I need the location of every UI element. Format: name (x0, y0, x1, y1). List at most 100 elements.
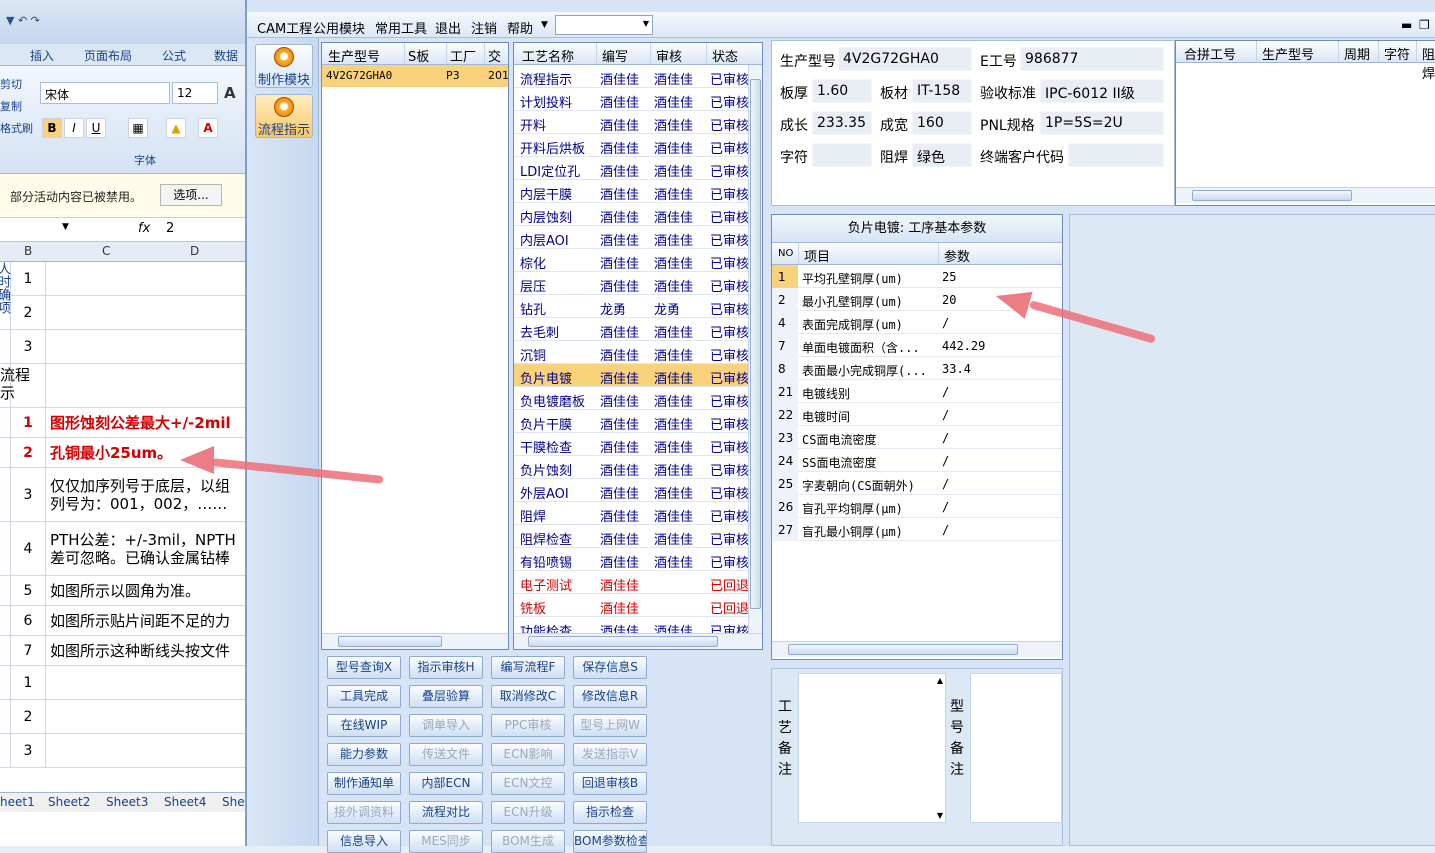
column-header-b[interactable]: B (24, 244, 32, 258)
action-button[interactable]: BOM参数检查 (573, 830, 647, 853)
param-row[interactable]: 1 平均孔壁铜厚(um) 25 (772, 265, 1062, 288)
col-merge-legend[interactable]: 字符 (1384, 44, 1410, 63)
action-button[interactable]: BOM生成 (491, 830, 565, 853)
merge-grid-hscroll[interactable] (1176, 187, 1435, 203)
action-button[interactable]: ECN影响 (491, 743, 565, 766)
row-number-cell[interactable]: 4 (10, 522, 46, 575)
sheet-row[interactable]: 4 PTH公差：+/-3mil，NPTH 差可忽略。已确认金属钻棒 (0, 522, 250, 576)
row-number-cell[interactable]: 1 (10, 408, 46, 437)
params-hscroll[interactable] (772, 641, 1062, 657)
quick-access-toolbar[interactable]: ▼ ↶ ↷ (0, 14, 120, 36)
fx-icon[interactable]: fx (138, 221, 150, 236)
action-button[interactable]: ECN文控 (491, 772, 565, 795)
sheet-row[interactable]: 1 (0, 666, 250, 700)
action-button[interactable]: PPC审核 (491, 714, 565, 737)
col-writer[interactable]: 编写 (602, 46, 628, 65)
process-row[interactable]: 阻焊检查 酒佳佳 酒佳佳 已审核 (514, 525, 749, 548)
action-button[interactable]: 回退审核B (573, 772, 647, 795)
menu-cam-engineering[interactable]: CAM工程 (257, 18, 312, 37)
end-customer-field[interactable] (1068, 143, 1164, 167)
process-row[interactable]: 内层干膜 酒佳佳 酒佳佳 已审核 (514, 180, 749, 203)
action-button[interactable]: 能力参数 (327, 743, 401, 766)
col-item[interactable]: 项目 (804, 246, 830, 265)
row-text-cell[interactable] (50, 296, 250, 329)
action-button[interactable]: 保存信息S (573, 656, 647, 679)
model-row[interactable]: 4V2G72GHA0 P3 201 (322, 65, 508, 87)
col-merge-mask[interactable]: 阻焊 (1422, 44, 1435, 82)
sheet-row[interactable]: 1 (0, 262, 250, 296)
process-row[interactable]: 计划投料 酒佳佳 酒佳佳 已审核 (514, 88, 749, 111)
row-number-cell[interactable]: 3 (10, 468, 46, 521)
process-row[interactable]: 内层AOI 酒佳佳 酒佳佳 已审核 (514, 226, 749, 249)
font-name-select[interactable]: 宋体 (40, 82, 170, 104)
process-row[interactable]: 流程指示 酒佳佳 酒佳佳 已审核 (514, 65, 749, 88)
sheet-tab-3[interactable]: Sheet3 (106, 795, 148, 809)
col-status[interactable]: 状态 (712, 46, 738, 65)
row-number-cell[interactable]: 3 (10, 734, 46, 767)
width-field[interactable]: 160 (912, 111, 972, 135)
param-row[interactable]: 24 SS面电流密度 / (772, 449, 1062, 472)
col-param[interactable]: 参数 (944, 246, 970, 265)
sheet-tab-4[interactable]: Sheet4 (164, 795, 206, 809)
process-row[interactable]: 沉铜 酒佳佳 酒佳佳 已审核 (514, 341, 749, 364)
menu-help[interactable]: 帮助 (507, 18, 533, 37)
col-merge-no[interactable]: 合拼工号 (1184, 44, 1236, 63)
action-button[interactable]: 信息导入 (327, 830, 401, 853)
tab-page-layout[interactable]: 页面布局 (84, 47, 132, 64)
sheet-tab-5[interactable]: She (222, 795, 245, 809)
action-button[interactable]: 调单导入 (409, 714, 483, 737)
col-s-board[interactable]: S板 (408, 46, 429, 65)
menu-combo-box[interactable]: ▼ (555, 15, 653, 35)
sheet-row[interactable]: 2 (0, 296, 250, 330)
process-grid[interactable]: 工艺名称 编写 审核 状态 流程指示 酒佳佳 酒佳佳 已审核 计划投料 酒佳佳 酒佳佳 已审核… (513, 42, 763, 650)
action-button[interactable]: 发送指示V (573, 743, 647, 766)
sheet-row[interactable]: 5 如图所示以圆角为准。 (0, 576, 250, 606)
row-number-cell[interactable]: 6 (10, 606, 46, 635)
minimize-icon[interactable]: ▬ (1401, 18, 1412, 32)
row-text-cell[interactable] (50, 734, 250, 767)
process-remark-input[interactable]: ▲ ▼ (798, 673, 946, 823)
italic-button[interactable]: I (64, 118, 84, 138)
sheet-row[interactable]: 3 仅仅加序列号于底层，以组 列号为：001，002，…… (0, 468, 250, 522)
row-text-cell[interactable]: 图形蚀刻公差最大+/-2mil (50, 408, 250, 437)
process-grid-hscroll[interactable] (514, 633, 762, 649)
param-row[interactable]: 21 电镀线别 / (772, 380, 1062, 403)
solder-mask-field[interactable]: 绿色 (912, 143, 972, 167)
row-number-cell[interactable]: 2 (10, 700, 46, 733)
row-number-cell[interactable]: 7 (10, 636, 46, 665)
menu-more-chevron-icon[interactable]: ▼ (541, 20, 548, 30)
scroll-up-icon[interactable]: ▲ (937, 676, 943, 685)
param-row[interactable]: 25 字麦朝向(CS面朝外) / (772, 472, 1062, 495)
row-text-cell[interactable]: 如图所示这种断线头按文件 (50, 636, 250, 665)
sheet-tab-2[interactable]: Sheet2 (48, 795, 90, 809)
action-button[interactable]: 制作通知单 (327, 772, 401, 795)
action-button[interactable]: 接外调资料 (327, 801, 401, 824)
row-text-cell[interactable]: 如图所示贴片间距不足的力 (50, 606, 250, 635)
sheet-tab-1[interactable]: heet1 (0, 795, 35, 809)
e-no-field[interactable]: 986877 (1020, 47, 1164, 71)
process-row[interactable]: 负电镀磨板 酒佳佳 酒佳佳 已审核 (514, 387, 749, 410)
process-row[interactable]: LDI定位孔 酒佳佳 酒佳佳 已审核 (514, 157, 749, 180)
module-make-button[interactable]: ● 制作模块 (255, 44, 313, 88)
tab-formulas[interactable]: 公式 (162, 47, 186, 64)
combo-chevron-down-icon[interactable]: ▼ (643, 19, 649, 28)
column-header-c[interactable]: C (102, 244, 110, 258)
col-process-name[interactable]: 工艺名称 (522, 46, 574, 65)
sheet-row[interactable]: 7 如图所示这种断线头按文件 (0, 636, 250, 666)
cut-button[interactable]: 剪切 (0, 76, 22, 92)
options-button[interactable]: 选项... (160, 184, 222, 206)
process-row[interactable]: 负片干膜 酒佳佳 酒佳佳 已审核 (514, 410, 749, 433)
param-row[interactable]: 8 表面最小完成铜厚(... 33.4 (772, 357, 1062, 380)
process-row[interactable]: 外层AOI 酒佳佳 酒佳佳 已审核 (514, 479, 749, 502)
param-row[interactable]: 26 盲孔平均铜厚(μm) / (772, 495, 1062, 518)
menu-logout[interactable]: 注销 (471, 18, 497, 37)
process-row[interactable]: 开料 酒佳佳 酒佳佳 已审核 (514, 111, 749, 134)
sheet-row[interactable]: 6 如图所示贴片间距不足的力 (0, 606, 250, 636)
action-button[interactable]: 型号查询X (327, 656, 401, 679)
action-button[interactable]: 指示审核H (409, 656, 483, 679)
row-text-cell[interactable] (50, 666, 250, 699)
row-number-cell[interactable]: 1 (10, 666, 46, 699)
process-row[interactable]: 开料后烘板 酒佳佳 酒佳佳 已审核 (514, 134, 749, 157)
menu-exit[interactable]: 退出 (435, 18, 461, 37)
bold-button[interactable]: B (42, 118, 62, 138)
